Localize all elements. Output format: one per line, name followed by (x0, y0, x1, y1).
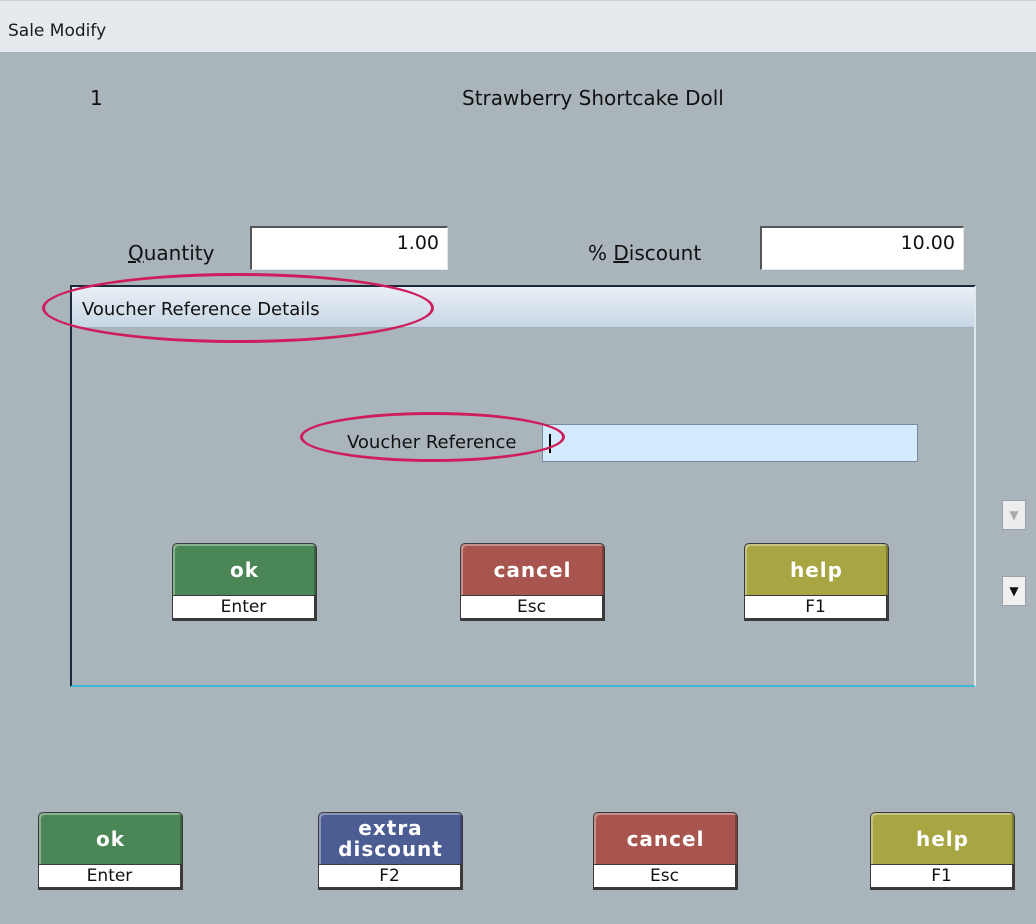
dropdown-button[interactable]: ▼ (1002, 576, 1026, 606)
quantity-label: Quantity (128, 241, 215, 265)
annotation-ellipse-dialog-title (42, 273, 434, 343)
cancel-button[interactable]: cancel Esc (593, 812, 738, 892)
chevron-down-icon: ▼ (1009, 584, 1019, 598)
chevron-down-icon: ▼ (1009, 508, 1019, 522)
item-description: Strawberry Shortcake Doll (462, 86, 724, 110)
window-title: Sale Modify (8, 21, 107, 41)
dialog-ok-button[interactable]: ok Enter (172, 543, 317, 623)
dropdown-disabled-button[interactable]: ▼ (1002, 500, 1026, 530)
line-number: 1 (90, 86, 103, 110)
dialog-help-button[interactable]: help F1 (744, 543, 889, 623)
help-button[interactable]: help F1 (870, 812, 1015, 892)
annotation-ellipse-voucher-label (300, 412, 565, 462)
extra-discount-label-line2: discount (338, 837, 443, 861)
ok-button[interactable]: ok Enter (38, 812, 183, 892)
quantity-field[interactable]: 1.00 (250, 226, 448, 270)
discount-label: % Discount (588, 241, 702, 265)
voucher-reference-dialog: Voucher Reference Details Voucher Refere… (70, 285, 976, 687)
window-title-bar: Sale Modify (0, 0, 1036, 52)
voucher-reference-input[interactable] (542, 424, 918, 462)
dialog-cancel-button[interactable]: cancel Esc (460, 543, 605, 623)
discount-field[interactable]: 10.00 (760, 226, 964, 270)
extra-discount-label-line1: extra (358, 816, 423, 840)
extra-discount-button[interactable]: extra discount F2 (318, 812, 463, 892)
